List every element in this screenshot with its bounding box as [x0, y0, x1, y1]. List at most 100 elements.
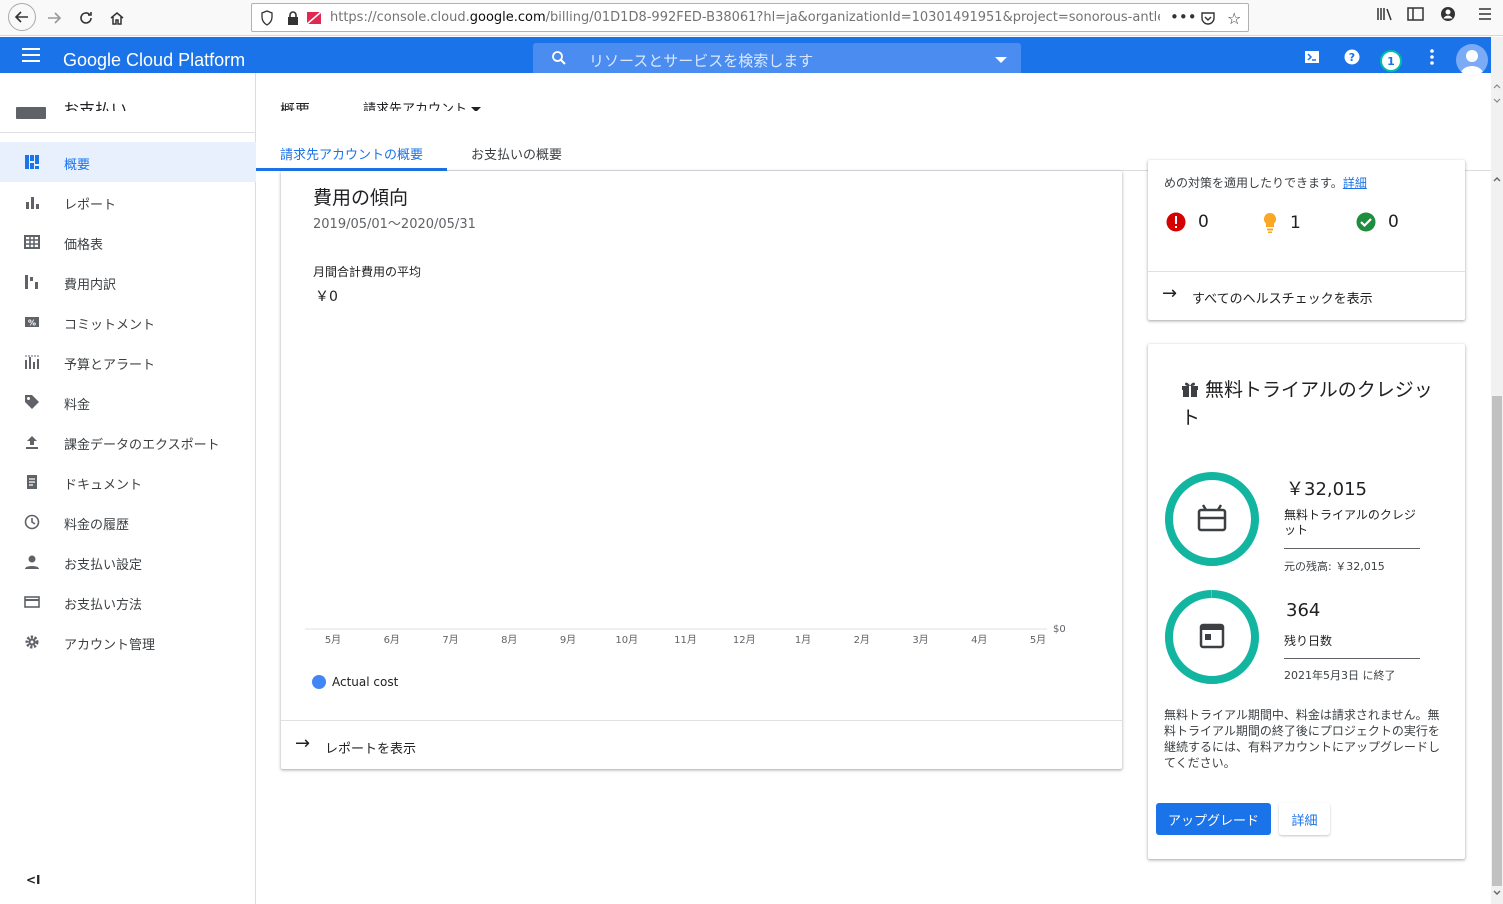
- cost-trend-card: 費用の傾向 2019/05/01～2020/05/31 月間合計費用の平均 ￥0…: [281, 171, 1122, 769]
- x-tick-label: 7月: [442, 634, 458, 646]
- help-icon[interactable]: ?: [1343, 48, 1361, 66]
- search-icon: [552, 51, 566, 65]
- dashboard-icon: [25, 155, 39, 169]
- sidebar-item-payment-settings[interactable]: お支払い設定: [0, 542, 256, 582]
- days-remaining-value: 364: [1286, 600, 1321, 621]
- credit-progress-ring: [1165, 472, 1259, 566]
- inner-scroll-down-icon[interactable]: [1493, 890, 1501, 896]
- clock-icon: [24, 514, 40, 530]
- sidebar-item-reports[interactable]: レポート: [0, 182, 256, 222]
- sidebar-header: お支払い: [0, 73, 256, 133]
- health-error-count: 0: [1166, 212, 1209, 232]
- reload-icon: [80, 12, 92, 24]
- avg-cost-value: ￥0: [315, 289, 338, 305]
- health-check-card: めの対策を適用したりできます。詳細 0 1 0 → すべてのヘルスチェックを表示: [1148, 160, 1465, 320]
- upgrade-button[interactable]: アップグレード: [1156, 803, 1271, 835]
- cloud-shell-icon[interactable]: [1303, 48, 1321, 66]
- avatar-person-icon: [1460, 50, 1484, 76]
- account-selector[interactable]: 請求先アカウント: [363, 97, 482, 111]
- error-icon: [1166, 212, 1186, 232]
- lock-icon: [288, 11, 298, 25]
- address-bar[interactable]: https://console.cloud.google.com/billing…: [251, 3, 1249, 32]
- sidebar-item-commitments[interactable]: % コミットメント: [0, 302, 256, 342]
- sidebar-item-billing-export[interactable]: 課金データのエクスポート: [0, 422, 256, 462]
- free-trial-card: 無料トライアルのクレジット ￥32,015 無料トライアルのクレジット 元の残高…: [1148, 344, 1465, 859]
- svg-text:%: %: [28, 319, 36, 328]
- health-description: めの対策を適用したりできます。詳細: [1164, 174, 1367, 191]
- search-dropdown-icon[interactable]: [995, 57, 1007, 63]
- hamburger-menu-icon[interactable]: [22, 48, 40, 62]
- tab-payment-overview[interactable]: お支払いの概要: [471, 144, 562, 163]
- view-report-link[interactable]: → レポートを表示: [281, 720, 1122, 769]
- legend-color-dot: [312, 675, 326, 689]
- bookmark-star-icon[interactable]: ☆: [1227, 9, 1241, 28]
- sidebar-item-pricing[interactable]: 料金: [0, 382, 256, 422]
- url-suffix: /billing/01D1D8-992FED-B38061?hl=ja&orga…: [545, 10, 1160, 25]
- view-all-health-checks-link[interactable]: → すべてのヘルスチェックを表示: [1148, 272, 1465, 320]
- product-brand[interactable]: Google Cloud Platform: [63, 50, 245, 71]
- y-tick-label: $0: [1053, 624, 1066, 635]
- account-icon[interactable]: [1440, 6, 1456, 26]
- collapse-sidebar-button[interactable]: <I: [26, 873, 41, 887]
- page-scrollbar-thumb[interactable]: [1492, 396, 1502, 886]
- x-tick-label: 1月: [795, 634, 811, 646]
- page-actions-menu[interactable]: •••: [1170, 8, 1197, 26]
- sidebar-item-budgets[interactable]: 予算とアラート: [0, 342, 256, 382]
- days-progress-ring: [1165, 590, 1259, 684]
- sidebar-item-transactions[interactable]: 料金の履歴: [0, 502, 256, 542]
- library-icon[interactable]: [1376, 6, 1394, 26]
- sidebar-item-pricing-table[interactable]: 価格表: [0, 222, 256, 262]
- home-button[interactable]: [105, 6, 129, 30]
- tab-billing-account-overview[interactable]: 請求先アカウントの概要: [280, 144, 423, 163]
- arrow-right-icon: →: [1162, 283, 1178, 304]
- sidebar-item-payment-method[interactable]: お支払い方法: [0, 582, 256, 622]
- health-ok-count: 0: [1356, 212, 1399, 232]
- health-description-text: めの対策を適用したりできます。: [1164, 176, 1343, 190]
- chart-legend[interactable]: Actual cost: [312, 675, 398, 689]
- forward-arrow-icon: [48, 12, 62, 24]
- x-tick-label: 9月: [560, 634, 576, 646]
- search-bar[interactable]: リソースとサービスを検索します: [533, 43, 1021, 73]
- url-text: https://console.cloud.google.com/billing…: [330, 10, 1160, 25]
- sidebar-item-label: コミットメント: [64, 318, 156, 333]
- sidebar-item-label: 課金データのエクスポート: [64, 438, 220, 453]
- inner-scroll-up-icon[interactable]: [1493, 176, 1501, 182]
- sidebar-item-label: 料金の履歴: [64, 518, 130, 533]
- sidebar-item-label: 料金: [64, 398, 91, 413]
- page-header: 概要 請求先アカウント 請求先アカウントの概要 お支払いの概要: [256, 73, 1491, 171]
- notification-badge[interactable]: 1: [1380, 50, 1402, 72]
- details-button[interactable]: 詳細: [1279, 803, 1330, 835]
- chevron-down-icon: [471, 107, 482, 111]
- sidebar-item-documents[interactable]: ドキュメント: [0, 462, 256, 502]
- sidebar-item-label: 価格表: [64, 238, 104, 253]
- scroll-down-icon[interactable]: [1493, 98, 1501, 104]
- credit-card-icon: [24, 596, 40, 608]
- pocket-icon[interactable]: [1200, 10, 1216, 26]
- more-vert-icon[interactable]: [1423, 48, 1441, 66]
- gift-card-icon: [1197, 504, 1227, 532]
- browser-menu-icon[interactable]: [1477, 6, 1493, 26]
- sidebar-item-label: レポート: [64, 198, 117, 213]
- sidebar-item-label: アカウント管理: [64, 638, 156, 653]
- gift-icon: [1182, 382, 1198, 397]
- upload-icon: [26, 436, 38, 449]
- lightbulb-icon: [1263, 212, 1277, 233]
- percent-icon: %: [25, 317, 39, 328]
- x-tick-label: 5月: [325, 634, 341, 646]
- health-details-link[interactable]: 詳細: [1343, 176, 1367, 190]
- sidebar-item-cost-breakdown[interactable]: 費用内訳: [0, 262, 256, 302]
- back-button[interactable]: [8, 3, 36, 31]
- sidebar-item-label: 予算とアラート: [64, 358, 156, 373]
- x-tick-label: 2月: [854, 634, 870, 646]
- search-placeholder: リソースとサービスを検索します: [589, 52, 814, 70]
- forward-button[interactable]: [42, 6, 66, 30]
- trial-title: 無料トライアルのクレジット: [1181, 376, 1441, 432]
- sidebar-toggle-icon[interactable]: [1407, 6, 1425, 26]
- sidebar-item-account-management[interactable]: アカウント管理: [0, 622, 256, 662]
- avatar[interactable]: [1456, 44, 1488, 76]
- shield-icon: [261, 10, 273, 26]
- divider: [1284, 658, 1420, 659]
- reload-button[interactable]: [74, 6, 98, 30]
- sidebar-item-overview[interactable]: 概要: [0, 142, 256, 182]
- scroll-up-icon[interactable]: [1493, 83, 1501, 89]
